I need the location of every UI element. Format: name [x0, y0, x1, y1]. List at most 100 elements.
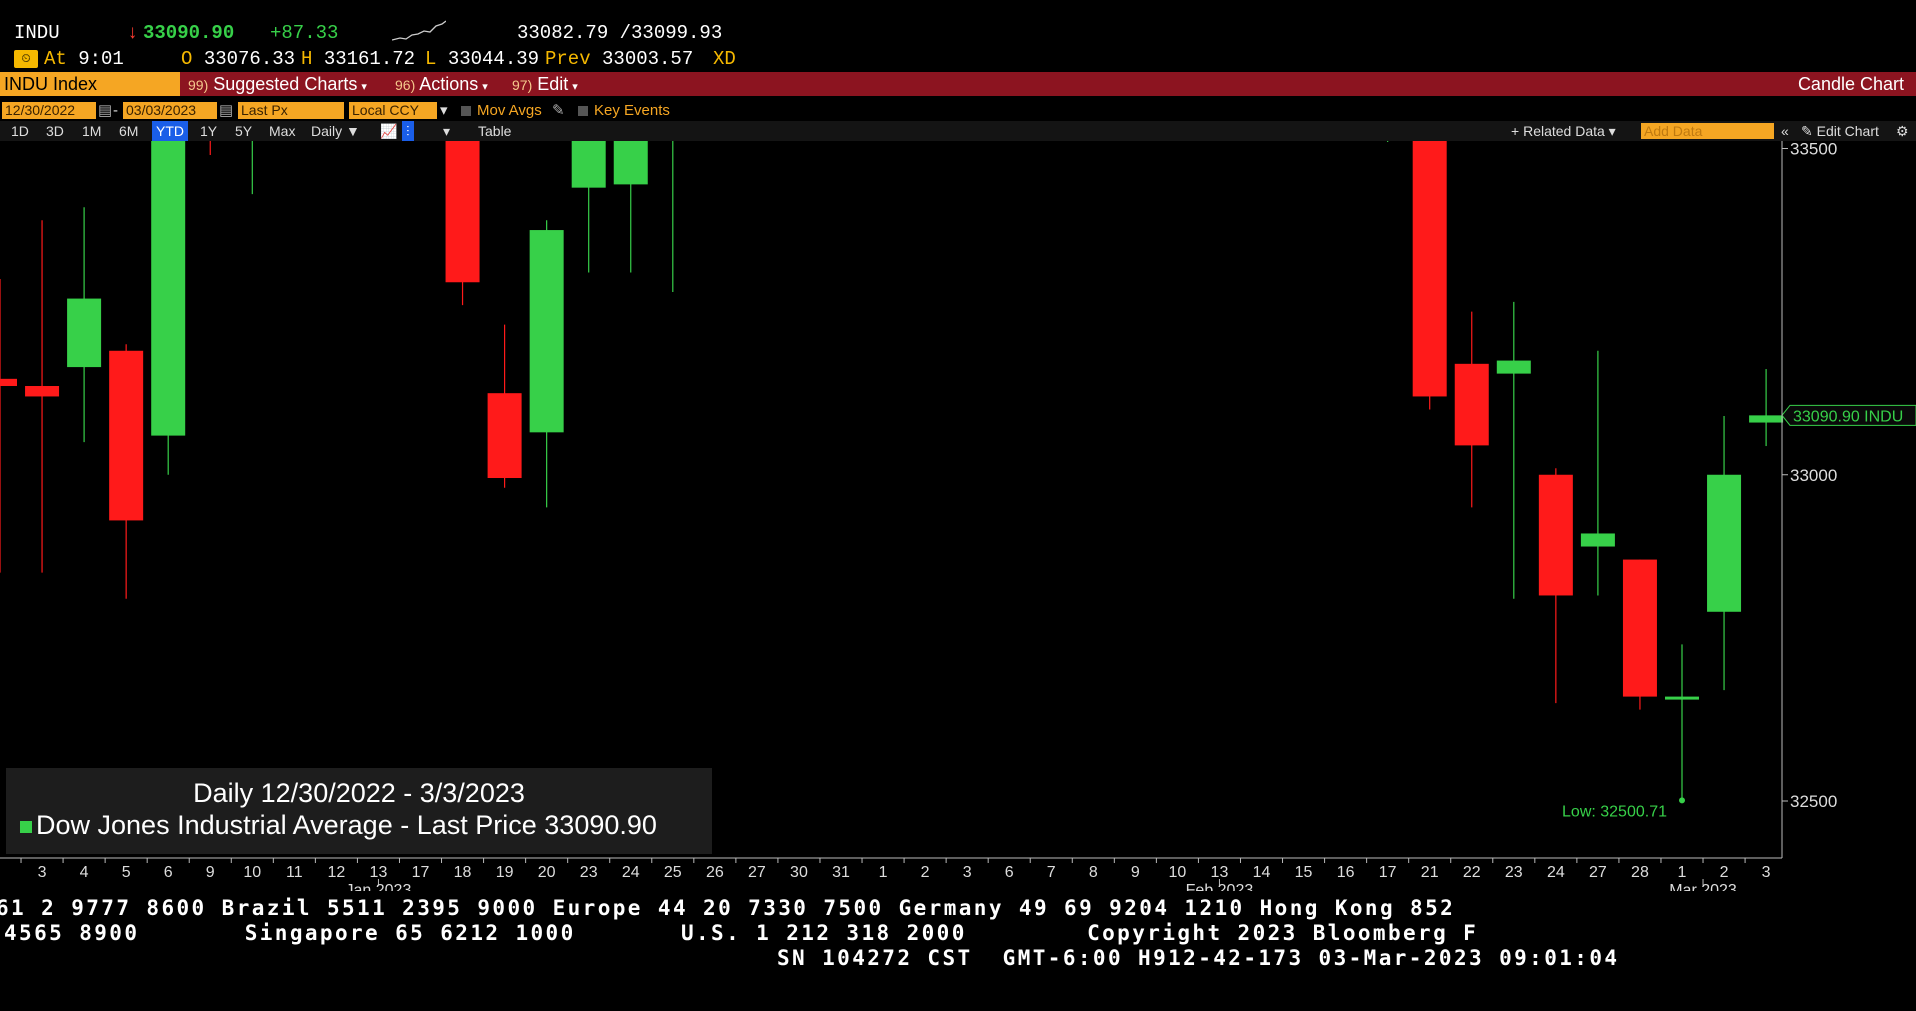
x-tick-label: 9 — [206, 864, 215, 881]
x-tick-label: 26 — [706, 864, 724, 881]
x-tick-label: 19 — [496, 864, 514, 881]
add-data-input[interactable]: Add Data — [1641, 123, 1774, 139]
suggested-charts-menu[interactable]: 99) Suggested Charts ▾ — [188, 72, 367, 96]
x-tick-label: 28 — [1631, 864, 1649, 881]
period-3d[interactable]: 3D — [46, 121, 64, 141]
candle-body — [445, 141, 480, 283]
bid-ask: 33082.79 /33099.93 — [517, 22, 723, 44]
period-1d[interactable]: 1D — [11, 121, 29, 141]
frequency-select[interactable]: Daily ▼ — [311, 121, 360, 141]
start-date-field[interactable]: 12/30/2022 — [2, 102, 96, 119]
down-arrow-icon: ↓ — [127, 22, 139, 44]
open-value: O 33076.33 — [181, 48, 296, 70]
x-tick-label: 8 — [1089, 864, 1098, 881]
contact-line-1: 61 2 9777 8600 Brazil 5511 2395 9000 Eur… — [0, 896, 1456, 920]
x-tick-label: 4 — [80, 864, 89, 881]
security-field[interactable]: INDU Index — [0, 72, 180, 96]
candle — [1387, 141, 1389, 142]
x-tick-label: 27 — [748, 864, 766, 881]
price-field-select[interactable]: Last Px — [238, 102, 344, 119]
low-marker — [1679, 797, 1685, 804]
edit-chart-button[interactable]: ✎ Edit Chart — [1801, 121, 1879, 141]
candle-chart-icon[interactable]: ⫶ — [402, 121, 414, 141]
candle — [1707, 416, 1742, 691]
candle-body — [1622, 559, 1657, 697]
y-axis: 3250033000335003400034500 — [1781, 141, 1837, 858]
candle — [1580, 350, 1615, 596]
last-price-tag: 33090.90 INDU — [1781, 404, 1916, 426]
calendar-icon[interactable]: ▤ — [219, 102, 233, 119]
chevron-down-icon[interactable]: ▾ — [440, 102, 448, 119]
candle-body — [529, 230, 564, 433]
legend-title: Daily 12/30/2022 - 3/3/2023 — [193, 778, 525, 808]
period-1y[interactable]: 1Y — [200, 121, 217, 141]
x-tick-label: 1 — [1678, 864, 1687, 881]
candle — [0, 279, 17, 573]
currency-select[interactable]: Local CCY — [349, 102, 437, 119]
candle — [251, 141, 253, 195]
x-tick-label: 13 — [1211, 864, 1229, 881]
period-ytd[interactable]: YTD — [152, 121, 188, 141]
candle-body — [571, 141, 606, 188]
actions-menu[interactable]: 96) Actions ▾ — [395, 72, 488, 96]
high-value: H 33161.72 — [301, 48, 416, 70]
candle — [1622, 559, 1657, 710]
at-label: At — [44, 48, 67, 70]
x-tick-label: 17 — [412, 864, 430, 881]
candle-body — [1496, 360, 1531, 374]
x-tick-label: 2 — [921, 864, 930, 881]
sparkline-icon — [392, 20, 446, 41]
candle — [445, 141, 480, 306]
related-data-menu[interactable]: + Related Data ▾ — [1511, 121, 1616, 141]
line-chart-icon[interactable]: 📈 — [380, 121, 397, 141]
candle — [529, 220, 564, 508]
y-tick-label: 32500 — [1790, 792, 1837, 811]
candle — [151, 141, 186, 475]
x-tick-label: 10 — [1169, 864, 1187, 881]
date-dash: - — [113, 102, 118, 119]
period-1m[interactable]: 1M — [82, 121, 101, 141]
table-button[interactable]: Table — [478, 121, 511, 141]
candle — [1749, 369, 1784, 447]
candle-body — [1538, 474, 1573, 596]
candle — [1454, 311, 1489, 508]
mov-avgs-checkbox[interactable]: Mov Avgs — [461, 102, 542, 119]
x-tick-label: 23 — [1505, 864, 1523, 881]
candle-body — [613, 141, 648, 185]
key-events-checkbox[interactable]: Key Events — [578, 102, 670, 119]
collapse-icon[interactable]: « — [1781, 121, 1789, 141]
last-price: 33090.90 — [143, 22, 235, 44]
x-tick-label: 24 — [1547, 864, 1565, 881]
period-max[interactable]: Max — [269, 121, 295, 141]
x-tick-label: 31 — [832, 864, 850, 881]
x-axis: 3 4 5 6 9 10 11 12 13 17 18 19 20 23 24 25 26 27 30 31 1 2 3 6 7… — [0, 857, 1782, 891]
y-tick-label: 33500 — [1790, 141, 1837, 159]
low-label: Low: 32500.71 — [1562, 803, 1667, 820]
x-tick-label: 1 — [879, 864, 888, 881]
candle-body — [67, 298, 102, 368]
candle — [209, 141, 211, 156]
x-tick-label: 2 — [1720, 864, 1729, 881]
period-6m[interactable]: 6M — [119, 121, 138, 141]
pencil-icon[interactable]: ✎ — [552, 102, 565, 119]
candle-body — [151, 141, 186, 436]
x-tick-label: 23 — [580, 864, 598, 881]
chevron-down-icon[interactable]: ▾ — [443, 121, 450, 141]
contact-line-2: 4565 8900 Singapore 65 6212 1000 U.S. 1 … — [4, 921, 1479, 945]
end-date-field[interactable]: 03/03/2023 — [123, 102, 217, 119]
quote-time: 9:01 — [78, 48, 124, 70]
x-tick-label: 15 — [1295, 864, 1313, 881]
ticker: INDU — [14, 22, 60, 44]
edit-menu[interactable]: 97) Edit ▾ — [512, 72, 578, 96]
candle-body — [109, 350, 144, 521]
x-tick-label: 27 — [1589, 864, 1607, 881]
calendar-icon[interactable]: ▤ — [98, 102, 112, 119]
candle-body — [25, 386, 60, 397]
gear-icon[interactable]: ⚙ — [1896, 121, 1909, 141]
toolbar: 1D 3D 1M 6M YTD 1Y 5Y Max Daily ▼ 📈 ⫶ ▾ … — [0, 121, 1916, 141]
candles — [0, 141, 1784, 801]
x-tick-label: 20 — [538, 864, 556, 881]
period-5y[interactable]: 5Y — [235, 121, 252, 141]
x-tick-label: 6 — [164, 864, 173, 881]
command-bar: INDU Index 99) Suggested Charts ▾ 96) Act… — [0, 72, 1916, 96]
